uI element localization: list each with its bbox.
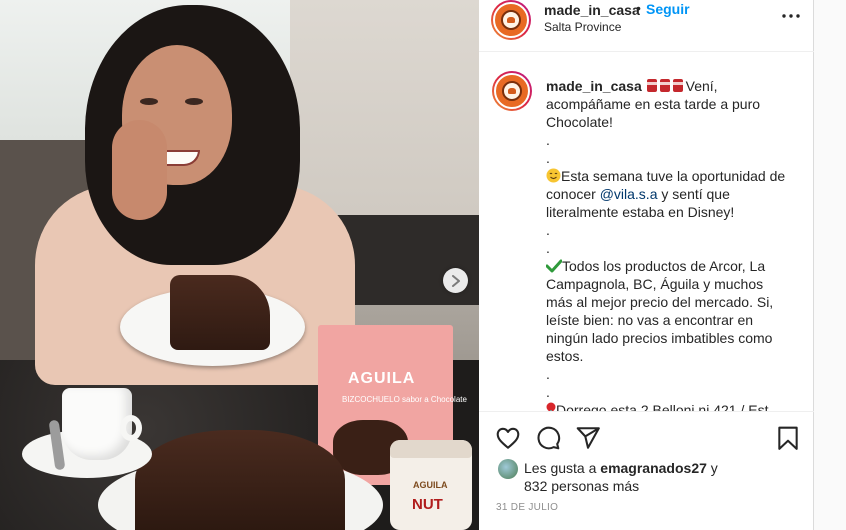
woman-eye-left	[140, 98, 158, 105]
brand-logo-icon	[501, 10, 521, 30]
share-button[interactable]	[575, 425, 601, 451]
separator-dot: •	[636, 0, 641, 16]
caption-dot: .	[546, 240, 550, 256]
comment-button[interactable]	[535, 425, 561, 451]
cup-handle	[120, 415, 142, 441]
caption-line-3: Todos los productos de Arcor, La Campagn…	[546, 258, 774, 364]
post-caption: made_in_casa Vení, acompáñame en esta ta…	[546, 77, 786, 411]
post-photo[interactable]: AGUILA BIZCOCHUELO sabor a Chocolate AGU…	[0, 0, 479, 530]
caption-dot: .	[546, 384, 550, 400]
checkmark-emoji-icon	[546, 259, 562, 273]
comment-icon	[537, 426, 561, 450]
pin-emoji-icon	[546, 402, 556, 411]
caption-dot: .	[546, 366, 550, 382]
background-wall	[290, 0, 479, 230]
page-background	[814, 0, 846, 530]
likes-prefix: Les gusta a	[524, 460, 601, 476]
post-date[interactable]: 31 DE JULIO	[496, 502, 558, 513]
box-subtitle-label: BIZCOCHUELO sabor a Chocolate	[342, 395, 467, 404]
jar-lid	[390, 440, 472, 458]
mention-link[interactable]: @vila.s.a	[600, 186, 658, 202]
save-button[interactable]	[775, 425, 801, 451]
send-icon	[576, 427, 600, 449]
hug-emoji-icon	[546, 168, 561, 183]
post-side-panel: made_in_casa • Seguir Salta Province mad…	[479, 0, 814, 530]
likes-middle: y	[706, 460, 718, 476]
caption-username[interactable]: made_in_casa	[546, 78, 642, 94]
likes-count[interactable]: 832 personas más	[524, 478, 639, 494]
author-avatar[interactable]	[491, 0, 531, 40]
chevron-right-icon	[451, 274, 460, 287]
caption-line-4: Dorrego esta 2 Belloni ni 421 / Est	[556, 402, 769, 411]
more-options-button[interactable]	[779, 6, 803, 26]
caption-author-avatar[interactable]	[492, 71, 532, 111]
likes-text: Les gusta a emagranados27 y 832 personas…	[524, 459, 784, 495]
jar-brand-label: AGUILA	[413, 480, 448, 490]
cup-emoji-icon	[646, 79, 683, 92]
caption-dot: .	[546, 150, 550, 166]
chocolate-cake	[135, 430, 345, 530]
bookmark-icon	[778, 426, 798, 450]
more-dots-icon	[782, 14, 800, 18]
cake-slice	[170, 275, 270, 350]
like-button[interactable]	[495, 425, 521, 451]
follow-button[interactable]: Seguir	[646, 1, 690, 17]
woman-eye-right	[185, 98, 203, 105]
post-header: made_in_casa • Seguir Salta Province	[479, 0, 814, 52]
author-username[interactable]: made_in_casa	[544, 2, 640, 18]
woman-hand	[112, 120, 167, 220]
heart-icon	[496, 427, 520, 449]
next-photo-button[interactable]	[443, 268, 468, 293]
caption-dot: .	[546, 222, 550, 238]
caption-section: made_in_casa Vení, acompáñame en esta ta…	[479, 53, 814, 411]
caption-dot: .	[546, 132, 550, 148]
jar-product-label: NUT	[412, 496, 443, 513]
post-location[interactable]: Salta Province	[544, 20, 621, 34]
liker-avatar[interactable]	[498, 459, 518, 479]
post-actions: Les gusta a emagranados27 y 832 personas…	[479, 411, 814, 530]
brand-logo-icon	[502, 81, 522, 101]
box-brand-label: AGUILA	[348, 370, 416, 387]
liker-username[interactable]: emagranados27	[600, 460, 707, 476]
